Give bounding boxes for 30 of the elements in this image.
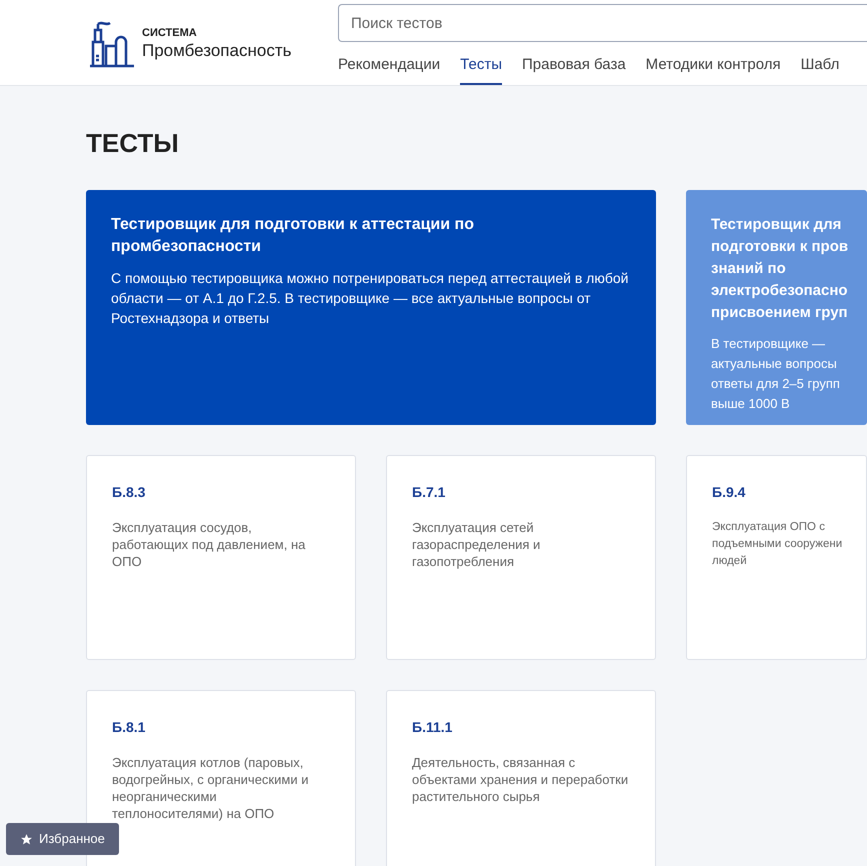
nav-tab[interactable]: Правовая база [522,54,626,85]
test-card[interactable]: Б.8.3 Эксплуатация сосудов, работающих под давлением, на ОПО [86,455,356,660]
search-field[interactable]: Поиск тестов [338,4,867,42]
test-code: Б.9.4 [712,483,746,502]
test-card[interactable]: Б.9.4 Эксплуатация ОПО с подъемными сооружени людей [686,455,867,660]
test-code: Б.7.1 [412,483,446,502]
promo-description: В тестировщике — актуальные вопросы ответы для 2–5 групп выше 1000 В [711,335,840,413]
promo-title: Тестировщик для подготовки к аттестации по промбезопасности [111,215,475,257]
nav-tab[interactable]: Тесты [460,54,502,85]
nav-tab[interactable]: Шабл [800,54,840,85]
test-description: Эксплуатация котлов (паровых, водогрейных, с органическими и неорганическими теплоносителями) на ОПО [112,754,310,822]
nav-tab[interactable]: Методики контроля [646,54,781,85]
logo-name: Промбезопасность [142,40,292,62]
test-code: Б.11.1 [412,718,454,737]
page-title: ТЕСТЫ [86,128,180,158]
test-description: Эксплуатация сетей газораспределения и газопотребления [412,519,542,570]
test-description: Деятельность, связанная с объектами хранения и переработки растительного сырья [412,754,630,805]
test-card[interactable]: Б.11.1 Деятельность, связанная с объектами хранения и переработки растительного сырья [386,690,656,866]
logo-caption: СИСТЕМА [142,26,198,40]
favorites-button[interactable]: Избранное [6,823,119,855]
promo-title: Тестировщик для подготовки к пров знаний по электробезопасно присвоением груп [711,215,848,323]
test-description: Эксплуатация сосудов, работающих под давлением, на ОПО [112,519,306,570]
test-code: Б.8.3 [112,483,146,502]
test-code: Б.8.1 [112,718,146,737]
test-description: Эксплуатация ОПО с подъемными сооружени людей [712,520,842,569]
promo-card[interactable] [86,190,656,425]
nav-tab[interactable]: Рекомендации [338,54,440,85]
test-card[interactable]: Б.7.1 Эксплуатация сетей газораспределения и газопотребления [386,455,656,660]
star-icon [20,832,33,846]
promo-description: С помощью тестировщика можно потренироваться перед аттестацией в любой области — от А.1 до Г.2.5. В тестировщике — все актуальные вопросы от Ростехнадзора и ответы [111,269,630,328]
